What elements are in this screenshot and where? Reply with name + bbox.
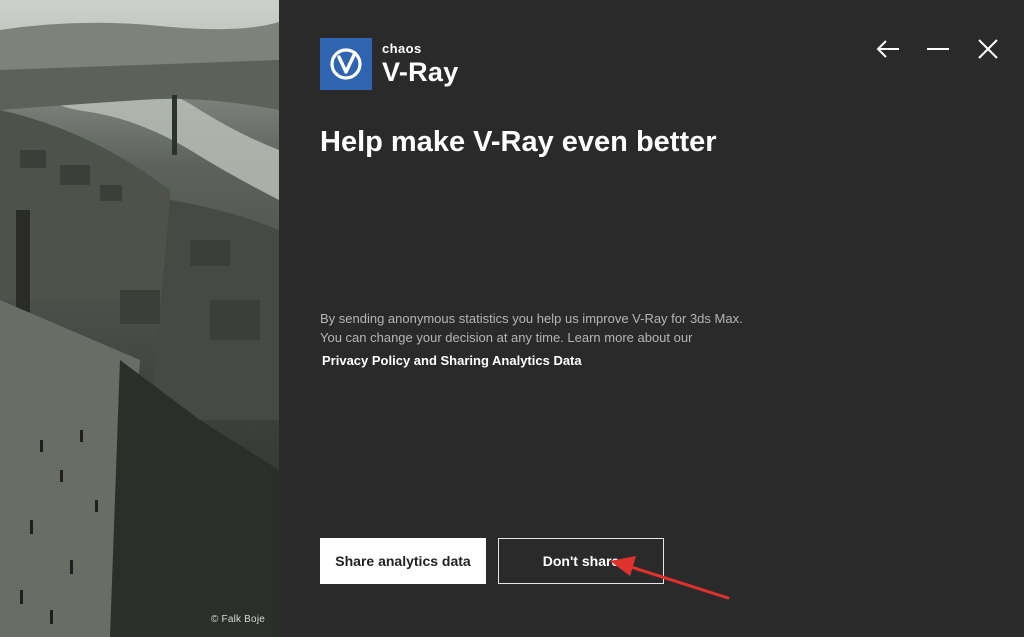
back-arrow-icon[interactable]: [874, 36, 902, 62]
close-icon[interactable]: [974, 36, 1002, 62]
photo-credit: © Falk Boje: [210, 614, 265, 625]
window-controls: [874, 36, 1002, 62]
page-title: Help make V-Ray even better: [320, 126, 717, 158]
minimize-icon[interactable]: [924, 36, 952, 62]
share-analytics-button[interactable]: Share analytics data: [320, 538, 486, 584]
brand-name-large: V-Ray: [382, 57, 459, 87]
description-line-2: You can change your decision at any time…: [320, 330, 693, 345]
description-line-1: By sending anonymous statistics you help…: [320, 311, 743, 326]
dont-share-button[interactable]: Don't share: [498, 538, 664, 584]
description: By sending anonymous statistics you help…: [320, 309, 800, 347]
brand-name-small: chaos: [382, 41, 422, 56]
city-illustration: [0, 0, 279, 637]
main-panel: chaos V-Ray Help make V-Ray even better …: [279, 0, 1024, 637]
vray-logo-icon: [320, 38, 372, 90]
privacy-policy-link[interactable]: Privacy Policy and Sharing Analytics Dat…: [322, 353, 582, 368]
side-image: © Falk Boje: [0, 0, 279, 637]
